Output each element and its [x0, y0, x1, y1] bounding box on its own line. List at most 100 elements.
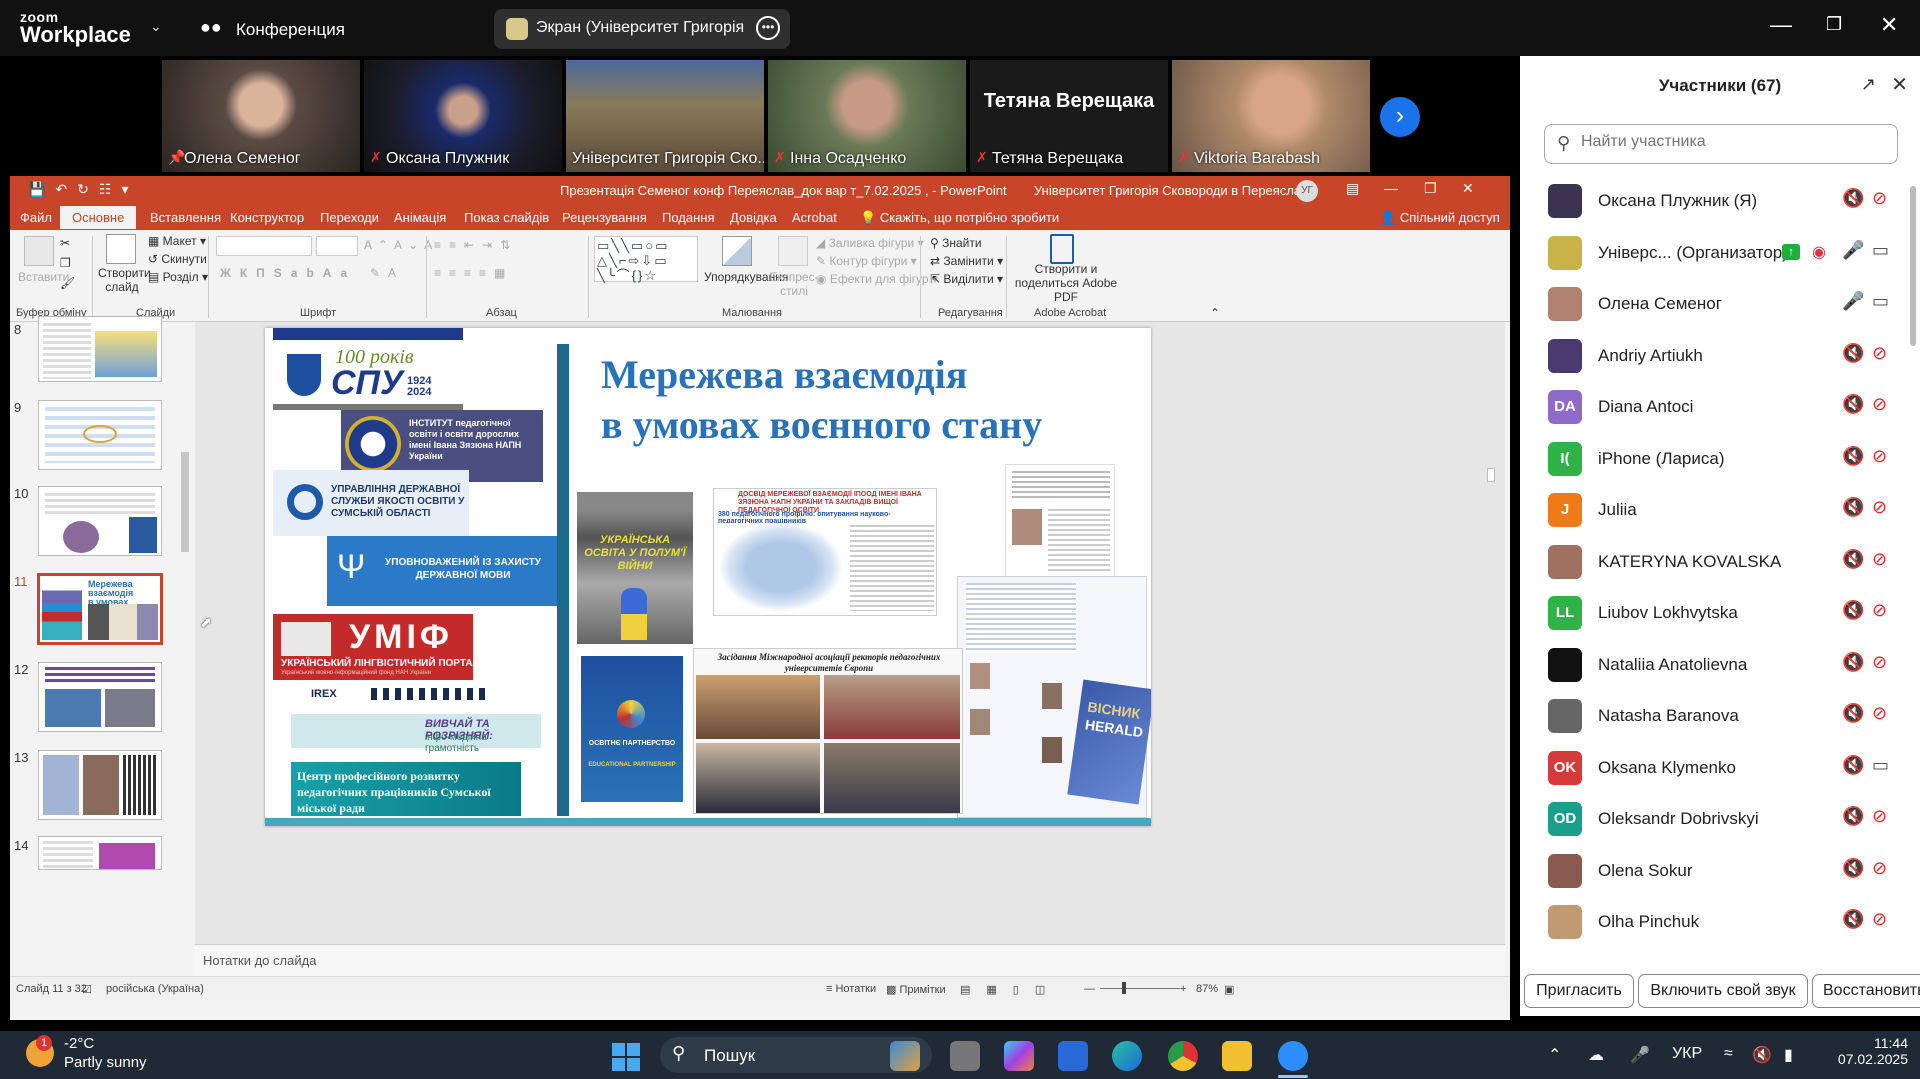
- battery-icon[interactable]: ▮: [1784, 1045, 1793, 1065]
- slide-canvas[interactable]: 100 років СПУ 1924 2024 ІНСТИТУТ педагог…: [265, 328, 1151, 826]
- cloud-icon[interactable]: ☁: [1588, 1045, 1604, 1065]
- participant-row[interactable]: Олена Семеног 🎤 ▭: [1520, 279, 1906, 330]
- mic-off-icon[interactable]: 🔇: [1842, 497, 1864, 518]
- video-tile[interactable]: ✗ Viktoria Barabash: [1172, 60, 1370, 172]
- meeting-label[interactable]: Конференция: [236, 20, 345, 40]
- search-input[interactable]: [1581, 133, 1881, 151]
- camera-off-icon[interactable]: ⊘: [1872, 343, 1887, 364]
- participant-row[interactable]: Універс... (Организатор) ↑ ◉ 🎤 ▭: [1520, 228, 1906, 279]
- mic-off-icon[interactable]: 🔇: [1842, 858, 1864, 879]
- participant-row[interactable]: OK Oksana Klymenko 🔇 ▭: [1520, 743, 1906, 794]
- camera-off-icon[interactable]: ⊘: [1872, 703, 1887, 724]
- participant-row[interactable]: J Juliia 🔇 ⊘: [1520, 485, 1906, 536]
- slide-thumbnail[interactable]: [38, 836, 162, 870]
- video-tile[interactable]: ✗ Оксана Плужник: [364, 60, 562, 172]
- participant-row[interactable]: Nataliia Anatolievna 🔇 ⊘: [1520, 640, 1906, 691]
- video-tile[interactable]: Тетяна Верещака ✗ Тетяна Верещака: [970, 60, 1168, 172]
- video-tile[interactable]: 📌 Олена Семеног: [162, 60, 360, 172]
- mic-off-icon[interactable]: 🔇: [1842, 394, 1864, 415]
- weather-text[interactable]: Partly sunny: [64, 1054, 147, 1071]
- participant-row[interactable]: Andriy Artiukh 🔇 ⊘: [1520, 331, 1906, 382]
- camera-off-icon[interactable]: ⊘: [1872, 188, 1887, 209]
- widgets-icon[interactable]: [890, 1041, 920, 1071]
- comments-toggle[interactable]: ▩ Примітки: [886, 983, 946, 996]
- participant-row[interactable]: Оксана Плужник (Я) 🔇 ⊘: [1520, 176, 1906, 227]
- zoom-app-icon[interactable]: [1278, 1041, 1308, 1071]
- list-buttons[interactable]: ≡≡⇤⇥⇅: [434, 238, 518, 252]
- arrange-icon[interactable]: [722, 236, 752, 266]
- store-icon[interactable]: [1058, 1041, 1088, 1071]
- shape-fill-button[interactable]: ◢ Заливка фігури ▾: [816, 236, 924, 250]
- font-family-select[interactable]: [216, 236, 312, 256]
- tab-help[interactable]: Довідка: [730, 210, 777, 225]
- thumbnail-scrollbar[interactable]: [180, 322, 190, 970]
- align-buttons[interactable]: ≡≡≡≡▦: [434, 266, 513, 280]
- spellcheck-icon[interactable]: ☑: [82, 983, 92, 996]
- mic-off-icon[interactable]: 🔇: [1842, 600, 1864, 621]
- camera-on-icon[interactable]: ▭: [1872, 755, 1889, 776]
- restore-button[interactable]: Восстановить: [1812, 974, 1920, 1008]
- windows-start-icon[interactable]: [612, 1043, 640, 1071]
- notes-pane[interactable]: Нотатки до слайда: [195, 944, 1505, 976]
- view-buttons[interactable]: ▤▦▯◫: [960, 983, 1061, 996]
- tab-view[interactable]: Подання: [662, 210, 715, 225]
- slide-thumbnail[interactable]: [38, 662, 162, 732]
- share-button[interactable]: 👤 Спільний доступ: [1380, 210, 1500, 226]
- tab-insert[interactable]: Вставлення: [150, 210, 221, 225]
- collapse-ribbon-icon[interactable]: ⌃: [1210, 306, 1220, 320]
- tab-design[interactable]: Конструктор: [230, 210, 304, 225]
- wifi-icon[interactable]: ≈: [1724, 1045, 1733, 1063]
- slide-thumbnail[interactable]: [38, 316, 162, 382]
- slide-thumbnail[interactable]: [38, 750, 162, 820]
- participant-search[interactable]: ⚲: [1544, 124, 1898, 164]
- layout-button[interactable]: ▦ Макет ▾: [148, 234, 206, 248]
- language[interactable]: російська (Україна): [106, 983, 204, 995]
- more-options-icon[interactable]: •••: [756, 16, 780, 40]
- camera-off-icon[interactable]: ⊘: [1872, 446, 1887, 467]
- input-language[interactable]: УКР: [1672, 1045, 1702, 1063]
- volume-muted-icon[interactable]: 🔇: [1752, 1045, 1772, 1065]
- minimize-icon[interactable]: —: [1384, 180, 1398, 196]
- find-button[interactable]: ⚲ Знайти: [930, 236, 982, 250]
- copilot-icon[interactable]: [1004, 1041, 1034, 1071]
- next-page-button[interactable]: ›: [1380, 97, 1420, 137]
- section-button[interactable]: ▤ Розділ ▾: [148, 270, 208, 284]
- shapes-gallery[interactable]: ▭╲╲▭○▭ △╲⌐⇨⇩▭ ╲╰⌒{}☆: [594, 236, 698, 283]
- reset-button[interactable]: ↺ Скинути: [148, 252, 207, 266]
- slide-thumbnail[interactable]: [38, 400, 162, 470]
- participant-row[interactable]: OD Oleksandr Dobrivskyi 🔇 ⊘: [1520, 794, 1906, 845]
- tab-slideshow[interactable]: Показ слайдів: [464, 210, 549, 225]
- invite-button[interactable]: Пригласить: [1524, 974, 1634, 1008]
- camera-off-icon[interactable]: ⊘: [1872, 497, 1887, 518]
- participant-row[interactable]: LL Liubov Lokhvytska 🔇 ⊘: [1520, 588, 1906, 639]
- participant-row[interactable]: I(iPhone (Лариса) 🔇 ⊘: [1520, 434, 1906, 485]
- editor-scrollbar[interactable]: [1485, 328, 1497, 938]
- cut-icon[interactable]: ✂: [60, 236, 70, 250]
- zoom-slider-thumb[interactable]: [1122, 982, 1126, 994]
- participant-row[interactable]: Natasha Baranova 🔇 ⊘: [1520, 691, 1906, 742]
- chevron-up-icon[interactable]: ⌃: [1548, 1045, 1561, 1065]
- minimize-icon[interactable]: —: [1770, 12, 1792, 38]
- zoom-workplace-logo[interactable]: zoom Workplace: [20, 10, 131, 46]
- acrobat-icon[interactable]: [1050, 234, 1074, 264]
- participant-row[interactable]: KATERYNA KOVALSKA 🔇 ⊘: [1520, 537, 1906, 588]
- zoom-out-icon[interactable]: —: [1084, 983, 1095, 995]
- participant-row[interactable]: DA Diana Antoci 🔇 ⊘: [1520, 382, 1906, 433]
- tab-transitions[interactable]: Переходи: [320, 210, 379, 225]
- close-icon[interactable]: ✕: [1891, 72, 1908, 97]
- slide-thumbnail-selected[interactable]: Мережева взаємодіяв умовах воєнного стан…: [37, 573, 163, 645]
- popout-icon[interactable]: ↗: [1861, 74, 1876, 95]
- chrome-icon[interactable]: [1168, 1041, 1198, 1071]
- restore-icon[interactable]: ❐: [1826, 14, 1842, 35]
- camera-off-icon[interactable]: ⊘: [1872, 600, 1887, 621]
- slide-thumbnail[interactable]: [38, 486, 162, 556]
- paste-icon[interactable]: [24, 236, 54, 266]
- microphone-icon[interactable]: 🎤: [1630, 1045, 1650, 1065]
- camera-off-icon[interactable]: ⊘: [1872, 394, 1887, 415]
- scrollbar[interactable]: [1910, 186, 1916, 346]
- task-view-icon[interactable]: [950, 1041, 980, 1071]
- quick-styles-label[interactable]: Експрес-стилі: [766, 270, 822, 298]
- tab-animation[interactable]: Анімація: [394, 210, 446, 225]
- scroll-thumb[interactable]: [181, 452, 189, 552]
- zoom-slider[interactable]: [1100, 988, 1180, 989]
